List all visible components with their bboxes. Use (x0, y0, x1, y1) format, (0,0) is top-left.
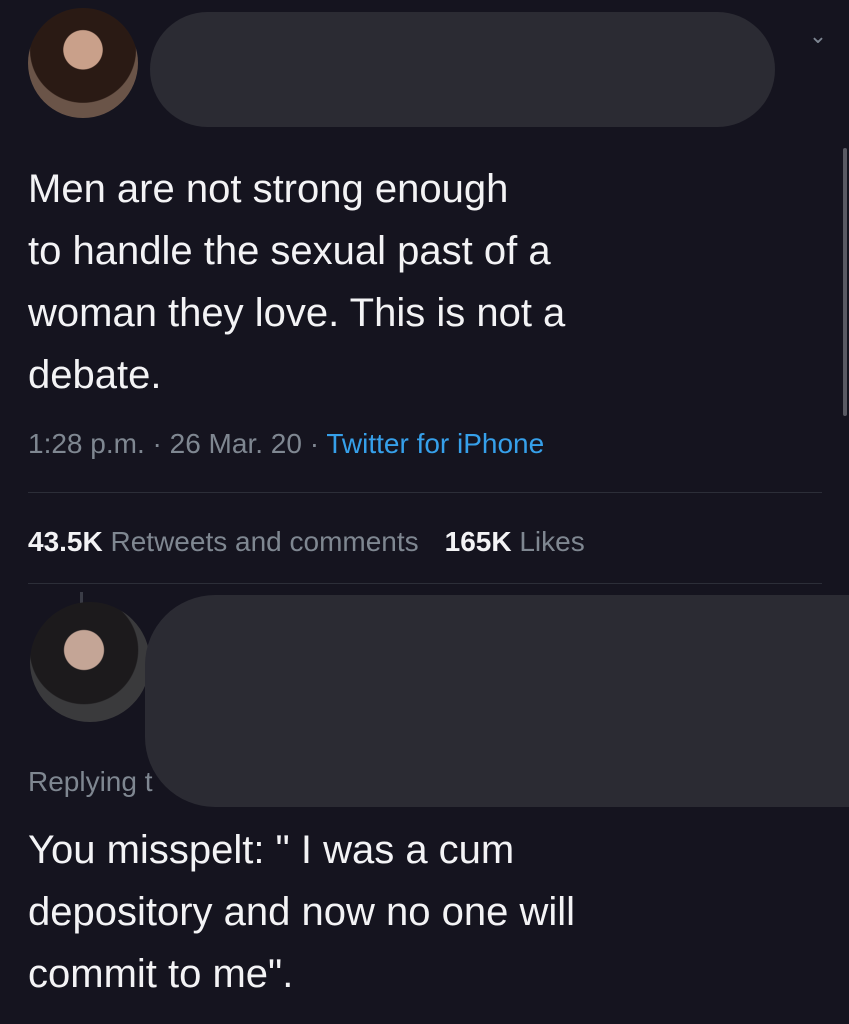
tweet-source-link[interactable]: Twitter for iPhone (326, 428, 544, 459)
divider (28, 583, 822, 584)
tweet-text-line: woman they love. This is not a (28, 291, 566, 335)
author-name-redaction (150, 12, 775, 127)
likes-label: Likes (519, 526, 585, 557)
author-avatar[interactable] (28, 8, 138, 118)
tweet-meta: 1:28 p.m. · 26 Mar. 20 · Twitter for iPh… (28, 428, 544, 460)
tweet-stats: 43.5K Retweets and comments 165K Likes (28, 526, 585, 558)
tweet-time: 1:28 p.m. (28, 428, 145, 459)
tweet-text: Men are not strong enough to handle the … (28, 158, 565, 406)
tweet-text-line: Men are not strong enough (28, 167, 509, 211)
meta-separator: · (152, 428, 162, 459)
likes-count: 165K (444, 526, 512, 557)
reply-author-redaction (145, 595, 849, 807)
reply-author-avatar[interactable] (30, 602, 150, 722)
chevron-down-icon[interactable]: ⌄ (806, 24, 830, 48)
likes-stat[interactable]: 165K Likes (445, 526, 585, 557)
reply-text-line: depository and now no one will (28, 890, 576, 934)
tweet-date: 26 Mar. 20 (169, 428, 302, 459)
tweet-text-line: debate. (28, 353, 162, 397)
retweets-count: 43.5K (28, 526, 103, 557)
tweet-text-line: to handle the sexual past of a (28, 229, 551, 273)
reply-text-line: You misspelt: " I was a cum (28, 828, 515, 872)
retweets-label: Retweets and comments (110, 526, 419, 557)
divider (28, 492, 822, 493)
replying-to-label: Replying t (28, 766, 153, 797)
reply-text: You misspelt: " I was a cum depository a… (28, 819, 575, 1005)
meta-separator: · (309, 428, 320, 459)
reply-text-line: commit to me". (28, 952, 294, 996)
scrollbar[interactable] (843, 148, 847, 416)
retweets-stat[interactable]: 43.5K Retweets and comments (28, 526, 419, 557)
